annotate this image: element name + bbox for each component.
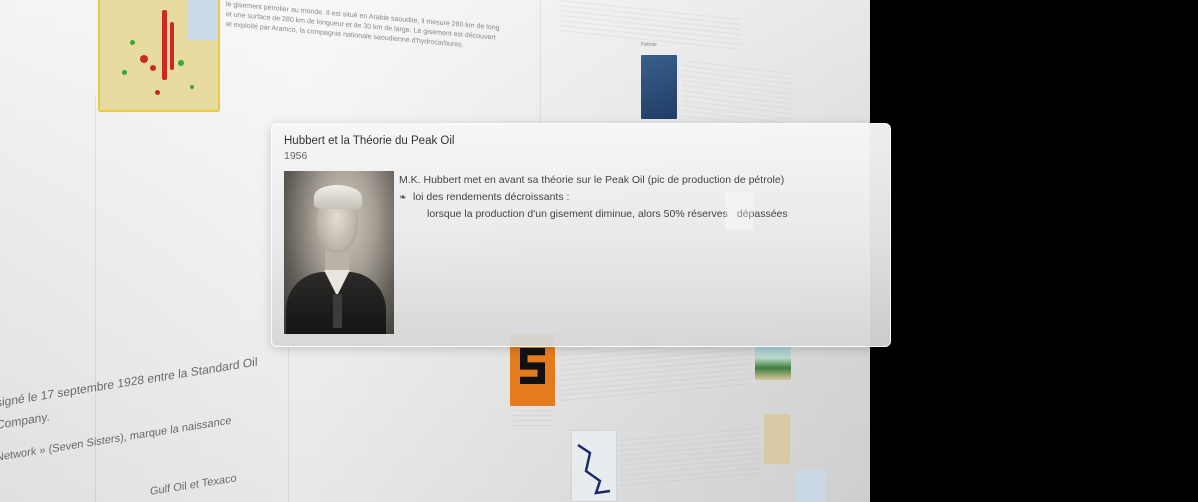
wall-text-placeholder [512,410,552,426]
portrait-hair [314,185,362,209]
corner-map-thumbnail[interactable] [796,470,826,502]
timeline-viewer: le gisement pétrolier au monde. Il est s… [0,0,1198,502]
portrait-tie [333,294,342,328]
hubbert-portrait-image [284,171,394,334]
oil-field-map-thumbnail[interactable] [100,0,218,110]
map-field-marker [130,40,135,45]
map-field-marker [155,90,160,95]
card-date: 1956 [284,150,308,162]
route-map-thumbnail[interactable] [571,430,617,502]
blue-map-thumbnail[interactable] [641,55,677,119]
description-detail: lorsque la production d'un gisement dimi… [427,208,728,220]
fleuron-bullet-icon: ❧ [399,192,407,202]
map-field-marker [122,70,127,75]
card-title: Hubbert et la Théorie du Peak Oil [284,135,455,147]
map-field-marker [190,85,194,89]
map-sea [188,0,218,40]
map-field-marker [162,10,167,80]
logo-mark-icon [520,348,545,384]
description-intro: M.K. Hubbert met en avant sa théorie sur… [399,174,785,186]
region-map-thumbnail[interactable] [764,414,790,464]
map-field-marker [140,55,148,63]
column-divider [288,345,289,502]
column-divider [540,0,541,123]
route-line-icon [577,443,611,495]
map-field-marker [178,60,184,66]
event-detail-card[interactable]: Hubbert et la Théorie du Peak Oil 1956 M… [271,123,891,347]
card-ghost-overlay [725,192,753,230]
wall-caption: Pétrole [641,42,657,48]
map-field-marker [170,22,174,70]
description-bullet: loi des rendements décroissants : [413,191,570,203]
map-field-marker [150,65,156,71]
